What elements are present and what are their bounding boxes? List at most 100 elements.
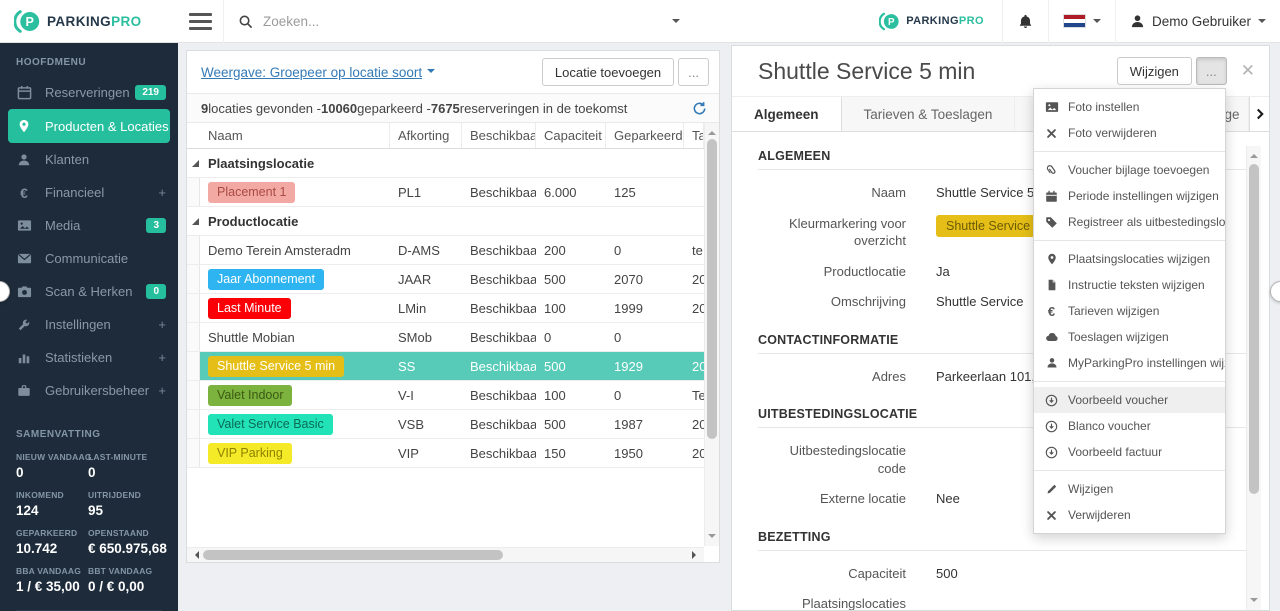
- menu-item-wijzigen[interactable]: Wijzigen: [1034, 476, 1225, 502]
- app-logo[interactable]: P PARKINGPRO: [0, 0, 178, 43]
- tag-icon: [1044, 215, 1059, 230]
- group-row-productlocatie[interactable]: Productlocatie: [187, 207, 704, 236]
- list-toolbar: Weergave: Groepeer op locatie soort Loca…: [187, 51, 719, 93]
- table-row-demo-terein[interactable]: Demo Terein Amsteradm D-AMS Beschikbaar …: [187, 236, 704, 265]
- tab-tarieven-toeslagen[interactable]: Tarieven & Toeslagen: [842, 97, 1016, 131]
- list-more-button[interactable]: ...: [678, 58, 709, 86]
- scrollbar-thumb[interactable]: [1249, 164, 1259, 494]
- scroll-left-icon[interactable]: [191, 551, 199, 559]
- sidebar-item-communicatie[interactable]: Communicatie: [0, 242, 178, 275]
- briefcase-icon: [16, 383, 32, 399]
- sidebar-item-financieel[interactable]: € Financieel +: [0, 176, 178, 209]
- notifications-bell-icon[interactable]: [1001, 0, 1048, 43]
- sidebar-item-reserveringen[interactable]: Reserveringen 219: [0, 76, 178, 109]
- menu-item-registreer-uitbestedingslocatie[interactable]: Registreer als uitbestedingslocatie: [1034, 209, 1225, 235]
- close-icon[interactable]: ✕: [1241, 61, 1255, 81]
- collapse-triangle-icon[interactable]: [192, 159, 199, 167]
- table-row-placement-1[interactable]: Placement 1 PL1 Beschikbaar 6.000 125: [187, 178, 704, 207]
- search-input[interactable]: [263, 13, 623, 29]
- camera-icon: [16, 284, 32, 300]
- sidebar-item-producten-locaties[interactable]: Producten & Locaties: [8, 109, 170, 143]
- stat-uitrijdend: UITRIJDEND 95: [88, 490, 142, 518]
- col-tarief[interactable]: Ta: [684, 123, 704, 148]
- parkingpro-logo-icon: P: [14, 8, 41, 35]
- scroll-right-icon[interactable]: [692, 551, 700, 559]
- menu-item-blanco-voucher[interactable]: Blanco voucher: [1034, 413, 1225, 439]
- tab-algemeen[interactable]: Algemeen: [732, 97, 842, 131]
- table-row-valet-service-basic[interactable]: Valet Service Basic VSB Beschikbaar 500 …: [187, 410, 704, 439]
- detail-vertical-scrollbar[interactable]: [1246, 146, 1261, 610]
- menu-item-voorbeeld-factuur[interactable]: Voorbeeld factuur: [1034, 439, 1225, 465]
- scrollbar-thumb[interactable]: [707, 139, 717, 439]
- media-count-badge: 3: [146, 218, 166, 233]
- col-geparkeerd[interactable]: Geparkeerd: [606, 123, 684, 148]
- menu-item-instructie-teksten[interactable]: Instructie teksten wijzigen: [1034, 272, 1225, 298]
- topbar-brand[interactable]: P PARKINGPRO: [865, 0, 1002, 43]
- table-row-shuttle-service-selected[interactable]: Shuttle Service 5 min SS Beschikbaar 500…: [187, 352, 704, 381]
- menu-item-foto-verwijderen[interactable]: Foto verwijderen: [1034, 120, 1225, 146]
- menu-item-voucher-bijlage[interactable]: Voucher bijlage toevoegen: [1034, 157, 1225, 183]
- col-naam[interactable]: Naam: [200, 123, 390, 148]
- search-scope-caret-icon[interactable]: [672, 19, 680, 27]
- edit-button[interactable]: Wijzigen: [1116, 57, 1192, 85]
- location-color-badge: Last Minute: [208, 297, 291, 319]
- user-menu-caret-icon: [1258, 19, 1266, 27]
- global-search: [224, 13, 664, 29]
- menu-item-verwijderen[interactable]: Verwijderen: [1034, 502, 1225, 528]
- add-location-button[interactable]: Locatie toevoegen: [541, 58, 675, 86]
- scroll-up-icon[interactable]: [708, 127, 716, 135]
- collapse-triangle-icon[interactable]: [192, 217, 199, 225]
- sidebar-item-instellingen[interactable]: Instellingen +: [0, 308, 178, 341]
- menu-item-periode-instellingen[interactable]: Periode instellingen wijzigen: [1034, 183, 1225, 209]
- refresh-icon[interactable]: [692, 101, 707, 116]
- right-pane-resize-handle[interactable]: [1270, 281, 1280, 302]
- table-row-shuttle-mobian[interactable]: Shuttle Mobian SMob Beschikbaar 0 0: [187, 323, 704, 352]
- col-capaciteit[interactable]: Capaciteit: [536, 123, 606, 148]
- menu-item-toeslagen-wijzigen[interactable]: Toeslagen wijzigen: [1034, 324, 1225, 350]
- menu-divider: [1034, 381, 1225, 382]
- scroll-up-icon[interactable]: [1250, 150, 1258, 158]
- list-vertical-scrollbar[interactable]: [704, 123, 719, 546]
- user-icon: [16, 152, 32, 168]
- calendar-icon: [1044, 189, 1059, 204]
- user-icon: [1130, 14, 1145, 29]
- col-afkorting[interactable]: Afkorting: [390, 123, 462, 148]
- envelope-icon: [16, 251, 32, 267]
- list-horizontal-scrollbar[interactable]: [187, 547, 704, 562]
- map-pin-icon: [1044, 252, 1059, 267]
- sidebar-item-media[interactable]: Media 3: [0, 209, 178, 242]
- detail-more-button[interactable]: ...: [1195, 57, 1227, 85]
- sidebar-item-scan-herken[interactable]: Scan & Herken 0: [0, 275, 178, 308]
- table-row-vip-parking[interactable]: VIP Parking VIP Beschikbaar 150 1950 20: [187, 439, 704, 468]
- summary-stats: NIEUW VANDAAG 0 LAST-MINUTE 0 INKOMEND 124 …: [0, 448, 178, 598]
- scrollbar-thumb[interactable]: [203, 550, 503, 560]
- stat-inkomend: INKOMEND 124: [16, 490, 64, 518]
- menu-item-plaatsingslocaties-wijzigen[interactable]: Plaatsingslocaties wijzigen: [1034, 246, 1225, 272]
- menu-item-voorbeeld-voucher[interactable]: Voorbeeld voucher: [1034, 387, 1225, 413]
- menu-item-tarieven-wijzigen[interactable]: € Tarieven wijzigen: [1034, 298, 1225, 324]
- table-row-jaar-abonnement[interactable]: Jaar Abonnement JAAR Beschikbaar 500 207…: [187, 265, 704, 294]
- sidebar-item-klanten[interactable]: Klanten: [0, 143, 178, 176]
- scroll-down-icon[interactable]: [1250, 598, 1258, 606]
- table-row-valet-indoor[interactable]: Valet Indoor V-I Beschikbaar 100 0 Te: [187, 381, 704, 410]
- user-menu[interactable]: Demo Gebruiker: [1114, 0, 1280, 43]
- col-beschikbaar[interactable]: Beschikbaar: [462, 123, 536, 148]
- calendar-icon: [16, 85, 32, 101]
- table-row-last-minute[interactable]: Last Minute LMin Beschikbaar 100 1999 20: [187, 294, 704, 323]
- tab-scroll-right-icon[interactable]: [1249, 97, 1269, 131]
- view-grouping-link[interactable]: Weergave: Groepeer op locatie soort: [201, 65, 436, 80]
- stat-nieuw-vandaag: NIEUW VANDAAG 0: [16, 452, 92, 480]
- hamburger-menu-icon[interactable]: [178, 0, 224, 43]
- stat-last-minute: LAST-MINUTE 0: [88, 452, 148, 480]
- language-selector[interactable]: [1047, 0, 1115, 43]
- menu-item-myparkingpro-instellingen[interactable]: MyParkingPro instellingen wijzigen: [1034, 350, 1225, 376]
- group-row-plaatsingslocatie[interactable]: Plaatsingslocatie: [187, 149, 704, 178]
- topbar: P PARKINGPRO Demo Gebruiker: [178, 0, 1280, 43]
- scroll-down-icon[interactable]: [708, 534, 716, 542]
- brand-wordmark: PARKINGPRO: [47, 13, 142, 29]
- sidebar-item-gebruikersbeheer[interactable]: Gebruikersbeheer +: [0, 374, 178, 407]
- field-plaatsingslocaties: Plaatsingslocaties: [801, 596, 906, 610]
- sidebar-item-statistieken[interactable]: Statistieken +: [0, 341, 178, 374]
- menu-item-foto-instellen[interactable]: Foto instellen: [1034, 94, 1225, 120]
- image-icon: [16, 218, 32, 234]
